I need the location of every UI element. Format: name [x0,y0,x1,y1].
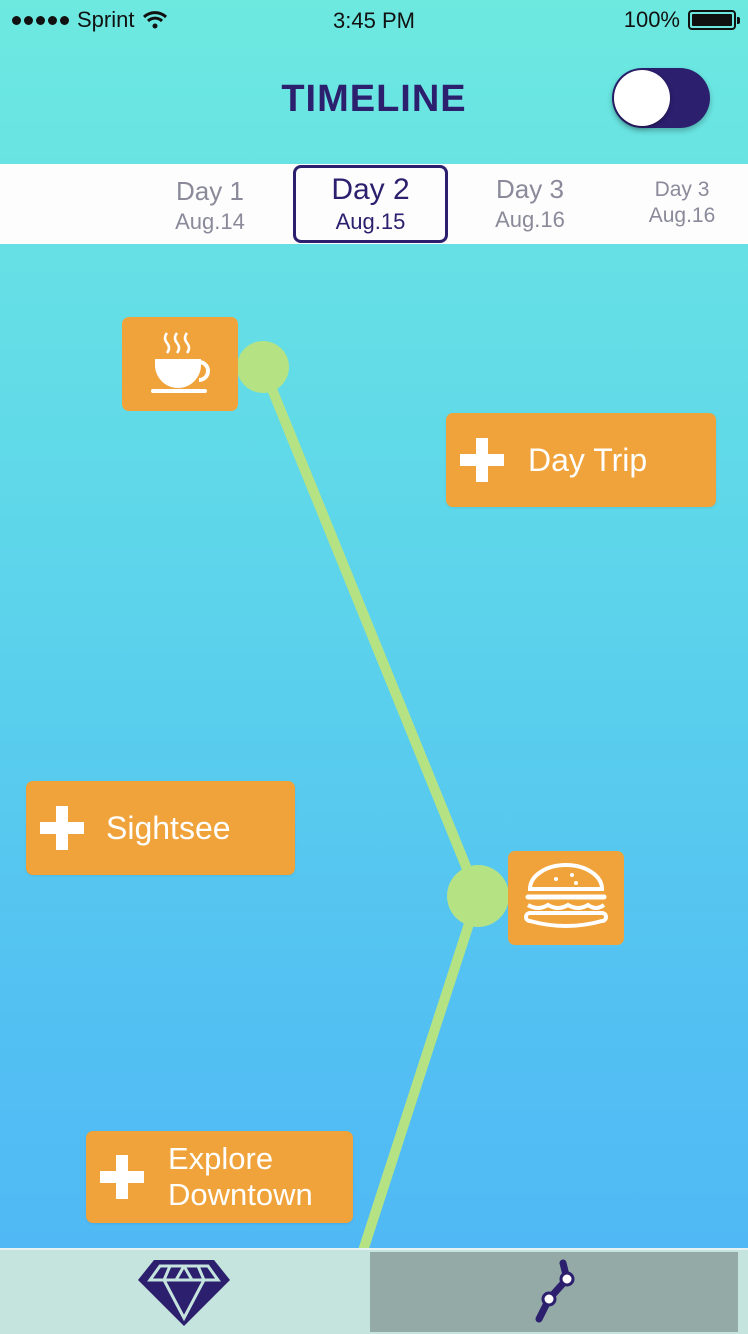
diamond-icon [138,1260,230,1326]
tab-favorites[interactable] [0,1250,368,1334]
add-day-trip-button[interactable]: Day Trip [446,413,716,507]
tab-route[interactable] [368,1250,740,1334]
day-tab-4[interactable]: Day 3 Aug.16 [630,166,734,240]
suggestion-label-line2: Downtown [168,1177,313,1212]
coffee-stop-card[interactable] [122,317,238,411]
suggestion-label-line1: Explore [168,1141,274,1176]
tab-bar [0,1248,748,1334]
day-label: Day 1 [176,175,244,206]
suggestion-label: Explore Downtown [168,1141,313,1213]
status-bar: Sprint 3:45 PM 100% [0,0,748,40]
toggle-knob [614,70,670,126]
coffee-cup-icon [151,332,210,393]
clock-label: 3:45 PM [333,8,415,33]
day-tab-1[interactable]: Day 1 Aug.14 [150,168,270,242]
route-icon [535,1259,575,1323]
add-sightsee-button[interactable]: Sightsee [26,781,295,875]
tab-bar-edge [740,1250,748,1334]
suggestion-label: Day Trip [528,442,648,478]
day-date: Aug.16 [495,206,565,232]
day-label: Day 3 [496,173,564,204]
stop-node [237,341,289,393]
stop-node [447,865,509,927]
suggestion-label: Sightsee [106,810,231,846]
route-line [355,891,483,1265]
day-tab-3[interactable]: Day 3 Aug.16 [470,166,590,240]
day-date: Aug.16 [648,204,716,227]
day-label: Day 2 [331,173,410,206]
day-date: Aug.14 [175,208,245,234]
burger-stop-card[interactable] [508,851,624,945]
day-tab-2[interactable]: Day 2 Aug.15 [293,165,448,243]
plus-icon [38,804,86,852]
day-selector: Day 1 Aug.14 Day 2 Aug.15 Day 3 Aug.16 D… [0,164,748,244]
add-explore-downtown-button[interactable]: Explore Downtown [86,1131,353,1223]
plus-icon [458,436,506,484]
plus-icon [98,1153,146,1201]
battery-icon [688,10,740,30]
burger-icon [524,863,608,928]
day-date: Aug.15 [335,209,406,234]
day-label: Day 3 [654,178,710,201]
view-toggle[interactable] [612,68,710,128]
